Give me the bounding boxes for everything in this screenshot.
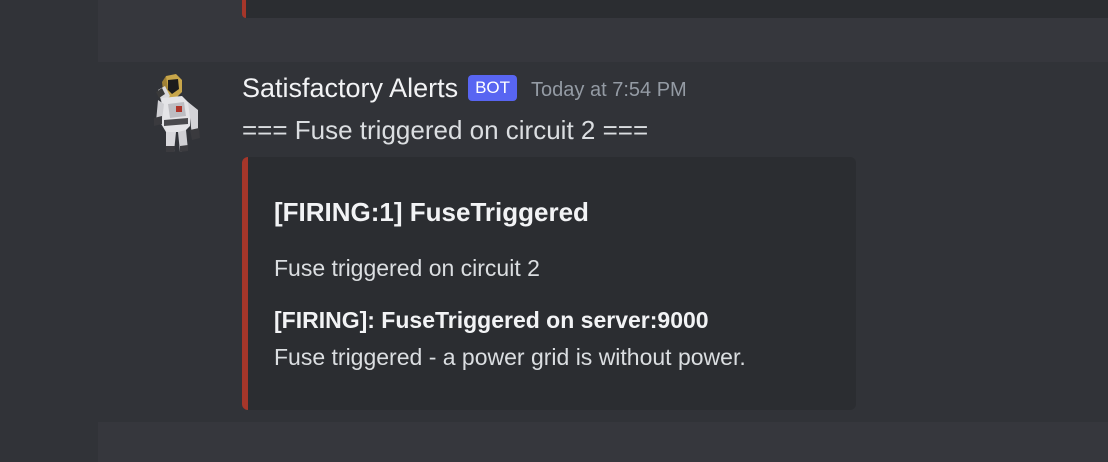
- pioneer-character-avatar-icon: [154, 74, 200, 152]
- author-name[interactable]: Satisfactory Alerts: [242, 73, 458, 104]
- embed-field-value: Fuse triggered - a power grid is without…: [274, 344, 746, 370]
- chat-channel: Satisfactory Alerts BOT Today at 7:54 PM…: [98, 0, 1108, 462]
- embed-title: [FIRING:1] FuseTriggered: [274, 197, 589, 227]
- message-content: === Fuse triggered on circuit 2 ===: [242, 115, 649, 145]
- left-gutter: [0, 0, 98, 462]
- embed-field-title: [FIRING]: FuseTriggered on server:9000: [274, 307, 709, 333]
- bot-tag: BOT: [468, 75, 518, 101]
- previous-embed: [242, 0, 1108, 18]
- previous-message: [98, 0, 1108, 18]
- message-timestamp[interactable]: Today at 7:54 PM: [531, 74, 687, 102]
- message: Satisfactory Alerts BOT Today at 7:54 PM…: [98, 62, 1108, 422]
- alert-embed: [FIRING:1] FuseTriggered Fuse triggered …: [242, 157, 856, 410]
- avatar[interactable]: [132, 70, 208, 154]
- embed-description: Fuse triggered on circuit 2: [274, 255, 540, 281]
- message-header: Satisfactory Alerts BOT Today at 7:54 PM: [242, 72, 687, 104]
